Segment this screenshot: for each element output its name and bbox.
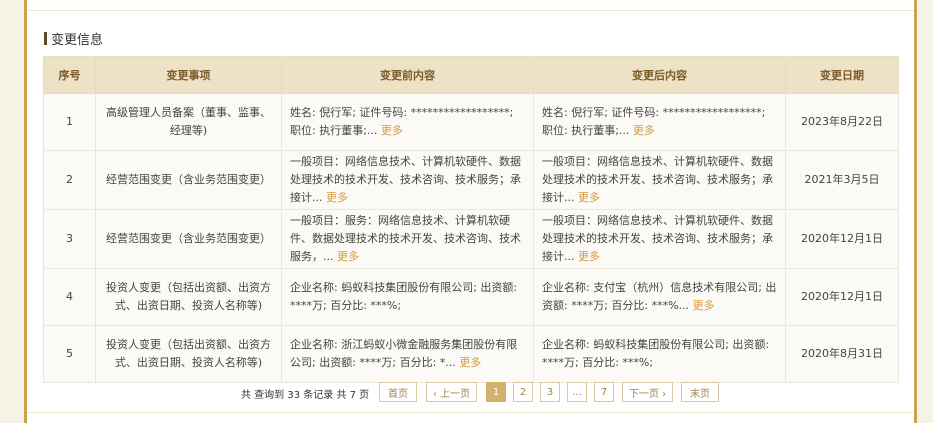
table-row: 2 经营范围变更（含业务范围变更） 一般项目：网络信息技术、计算机软硬件、数据处…	[43, 150, 899, 210]
cell-item: 经营范围变更（含业务范围变更）	[95, 209, 282, 269]
page-ellipsis: ...	[567, 382, 587, 402]
cell-after-text: 企业名称: 蚂蚁科技集团股份有限公司; 出资额: ****万; 百分比: ***…	[542, 338, 770, 369]
next-page-button[interactable]: 下一页 ›	[622, 382, 673, 402]
cell-after-text: 一般项目：网络信息技术、计算机软硬件、数据处理技术的技术开发、技术咨询、技术服务…	[542, 155, 773, 204]
cell-after-text: 企业名称: 支付宝（杭州）信息技术有限公司; 出资额: ****万; 百分比: …	[542, 281, 777, 312]
more-link[interactable]: 更多	[459, 356, 481, 369]
cell-after: 企业名称: 蚂蚁科技集团股份有限公司; 出资额: ****万; 百分比: ***…	[533, 325, 786, 383]
section-marker-icon	[44, 31, 47, 45]
cell-no: 5	[43, 325, 96, 383]
cell-date: 2020年12月1日	[785, 209, 899, 269]
cell-after-text: 一般项目：网络信息技术、计算机软硬件、数据处理技术的技术开发、技术咨询、技术服务…	[542, 214, 773, 263]
cell-after: 姓名: 倪行军; 证件号码: ******************; 职位: 执…	[533, 93, 786, 151]
table-row: 5 投资人变更（包括出资额、出资方式、出资日期、投资人名称等) 企业名称: 浙江…	[43, 325, 899, 383]
content-frame: 变更信息 序号 变更事项 变更前内容 变更后内容 变更日期 1 高级管理人员备案…	[24, 0, 917, 423]
more-link[interactable]: 更多	[578, 250, 600, 263]
cell-before-text: 企业名称: 蚂蚁科技集团股份有限公司; 出资额: ****万; 百分比: ***…	[290, 281, 518, 312]
page-button-1[interactable]: 1	[486, 382, 506, 402]
pagination: 共 查询到 33 条记录 共 7 页 首页 ‹ 上一页 1 2 3 ... 7 …	[27, 382, 914, 402]
cell-before: 姓名: 倪行军; 证件号码: ******************; 职位: 执…	[281, 93, 534, 151]
cell-before-text: 企业名称: 浙江蚂蚁小微金融服务集团股份有限公司; 出资额: ****万; 百分…	[290, 338, 518, 369]
table-header-row: 序号 变更事项 变更前内容 变更后内容 变更日期	[43, 56, 899, 94]
cell-item: 投资人变更（包括出资额、出资方式、出资日期、投资人名称等)	[95, 268, 282, 326]
more-link[interactable]: 更多	[326, 191, 348, 204]
pagination-total: 共 查询到 33 条记录 共 7 页	[241, 390, 370, 401]
prev-page-button[interactable]: ‹ 上一页	[426, 382, 477, 402]
table-row: 1 高级管理人员备案（董事、监事、经理等) 姓名: 倪行军; 证件号码: ***…	[43, 93, 899, 151]
header-after: 变更后内容	[533, 56, 786, 94]
header-date: 变更日期	[785, 56, 899, 94]
cell-item: 经营范围变更（含业务范围变更）	[95, 150, 282, 210]
header-no: 序号	[43, 56, 96, 94]
more-link[interactable]: 更多	[633, 124, 655, 137]
page-button-2[interactable]: 2	[513, 382, 533, 402]
cell-before: 企业名称: 浙江蚂蚁小微金融服务集团股份有限公司; 出资额: ****万; 百分…	[281, 325, 534, 383]
cell-no: 3	[43, 209, 96, 269]
header-item: 变更事项	[95, 56, 282, 94]
section-header: 变更信息	[44, 30, 104, 48]
cell-after: 一般项目：网络信息技术、计算机软硬件、数据处理技术的技术开发、技术咨询、技术服务…	[533, 150, 786, 210]
cell-before: 一般项目：服务：网络信息技术、计算机软硬件、数据处理技术的技术开发、技术咨询、技…	[281, 209, 534, 269]
cell-after: 企业名称: 支付宝（杭州）信息技术有限公司; 出资额: ****万; 百分比: …	[533, 268, 786, 326]
last-page-button[interactable]: 末页	[681, 382, 719, 402]
cell-date: 2021年3月5日	[785, 150, 899, 210]
header-before: 变更前内容	[281, 56, 534, 94]
more-link[interactable]: 更多	[337, 250, 359, 263]
cell-date: 2020年12月1日	[785, 268, 899, 326]
cell-before-text: 一般项目：服务：网络信息技术、计算机软硬件、数据处理技术的技术开发、技术咨询、技…	[290, 214, 521, 263]
section-title: 变更信息	[51, 32, 104, 48]
cell-before-text: 一般项目：网络信息技术、计算机软硬件、数据处理技术的技术开发、技术咨询、技术服务…	[290, 155, 521, 204]
page-button-3[interactable]: 3	[540, 382, 560, 402]
top-divider	[27, 10, 914, 11]
cell-no: 1	[43, 93, 96, 151]
cell-item: 高级管理人员备案（董事、监事、经理等)	[95, 93, 282, 151]
more-link[interactable]: 更多	[693, 299, 715, 312]
change-info-table: 序号 变更事项 变更前内容 变更后内容 变更日期 1 高级管理人员备案（董事、监…	[43, 56, 899, 383]
page-button-7[interactable]: 7	[594, 382, 614, 402]
first-page-button[interactable]: 首页	[379, 382, 417, 402]
more-link[interactable]: 更多	[578, 191, 600, 204]
table-row: 3 经营范围变更（含业务范围变更） 一般项目：服务：网络信息技术、计算机软硬件、…	[43, 209, 899, 269]
cell-no: 4	[43, 268, 96, 326]
bottom-divider	[27, 412, 914, 413]
cell-date: 2020年8月31日	[785, 325, 899, 383]
cell-date: 2023年8月22日	[785, 93, 899, 151]
cell-before: 企业名称: 蚂蚁科技集团股份有限公司; 出资额: ****万; 百分比: ***…	[281, 268, 534, 326]
cell-no: 2	[43, 150, 96, 210]
cell-before: 一般项目：网络信息技术、计算机软硬件、数据处理技术的技术开发、技术咨询、技术服务…	[281, 150, 534, 210]
cell-item: 投资人变更（包括出资额、出资方式、出资日期、投资人名称等)	[95, 325, 282, 383]
more-link[interactable]: 更多	[381, 124, 403, 137]
table-row: 4 投资人变更（包括出资额、出资方式、出资日期、投资人名称等) 企业名称: 蚂蚁…	[43, 268, 899, 326]
cell-after: 一般项目：网络信息技术、计算机软硬件、数据处理技术的技术开发、技术咨询、技术服务…	[533, 209, 786, 269]
